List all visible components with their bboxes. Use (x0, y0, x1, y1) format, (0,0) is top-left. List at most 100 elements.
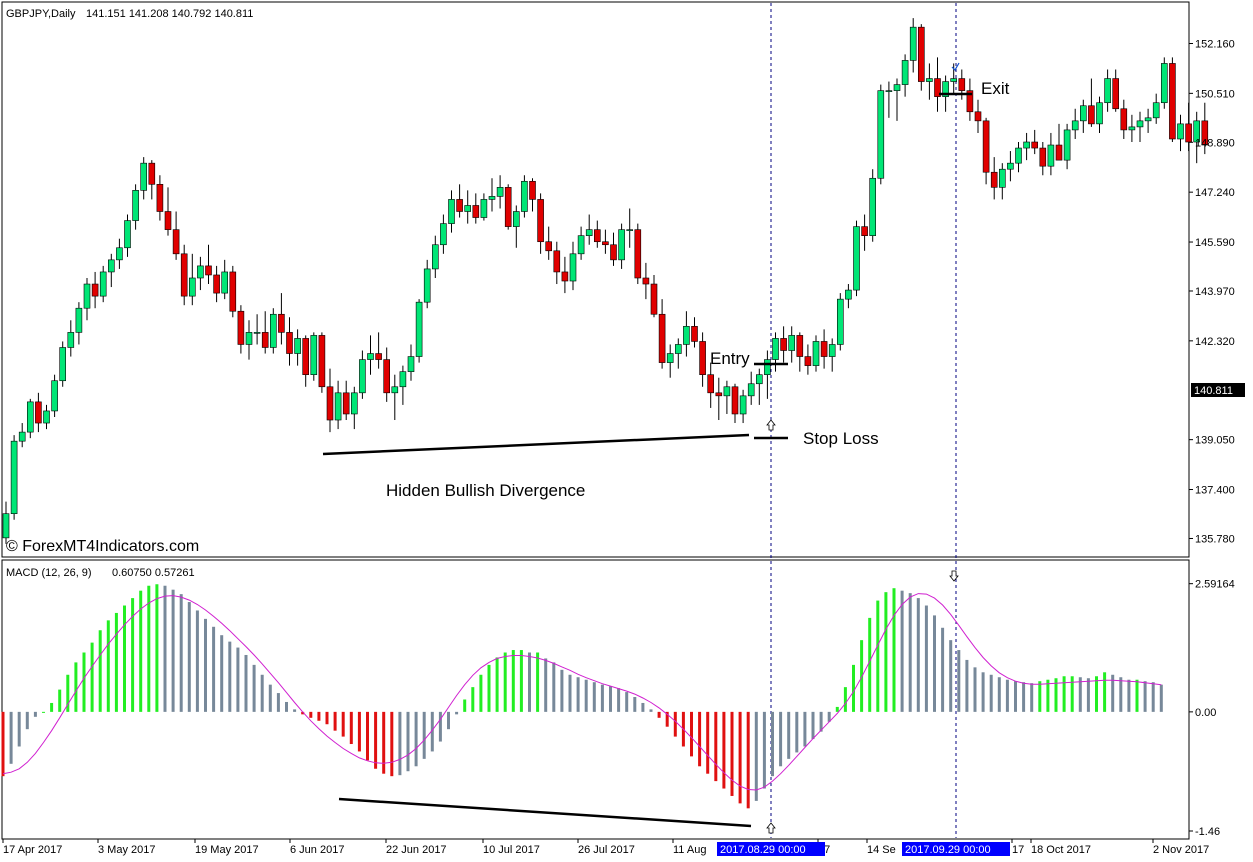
time-tick-label: 14 Se (867, 844, 896, 856)
macd-bar (487, 664, 491, 712)
candle-body (423, 268, 431, 303)
macd-bar (268, 684, 272, 712)
price-tick-label: 139.050 (1195, 435, 1235, 447)
candle-body (861, 226, 868, 236)
macd-bar (1014, 681, 1017, 712)
macd-bar (447, 711, 450, 730)
candle-body (1007, 162, 1014, 170)
candle-body (399, 371, 407, 388)
candle-body (269, 313, 277, 348)
macd-bar (738, 711, 742, 804)
candle-body (723, 386, 731, 397)
candle-body (278, 313, 285, 333)
candle-body (1055, 144, 1063, 161)
current-price-tag: 140.811 (1191, 383, 1245, 397)
time-tick-label: 17 (1012, 844, 1024, 856)
macd-bar (179, 594, 183, 712)
macd-bar (9, 711, 13, 764)
macd-bar (17, 711, 21, 747)
candle-body (869, 177, 877, 236)
macd-bar (357, 711, 361, 752)
candle-body (610, 244, 617, 261)
candle-body (666, 353, 674, 363)
price-tick-label: 135.780 (1195, 533, 1235, 545)
macd-bar (325, 711, 329, 725)
macd-bar (1046, 679, 1050, 712)
macd-bar (422, 711, 426, 759)
macd-bar (511, 650, 515, 712)
candle-body (731, 386, 739, 415)
candle-body (375, 353, 382, 360)
candle-body (35, 401, 42, 424)
macd-tick-label: 2.59164 (1195, 579, 1235, 591)
macd-bar (625, 692, 629, 712)
macd-bar (941, 627, 945, 712)
time-tick-label: 11 Aug (673, 844, 706, 856)
macd-bar (714, 711, 718, 782)
macd-bar (835, 706, 839, 712)
macd-bar (155, 584, 159, 712)
macd-bar (706, 711, 710, 774)
macd-bar (900, 590, 904, 712)
candle-body (91, 283, 99, 297)
macd-bar (503, 652, 507, 712)
macd-bar (843, 687, 847, 712)
price-tick-label: 152.160 (1195, 38, 1235, 50)
macd-bar (803, 711, 807, 747)
candle-body (205, 265, 212, 276)
macd-bar (884, 592, 888, 712)
candle-body (415, 301, 423, 357)
price-tick-label: 148.890 (1195, 137, 1235, 149)
candle-body (658, 313, 666, 363)
svg-text:140.811: 140.811 (1194, 385, 1233, 397)
macd-bar (722, 711, 726, 789)
price-tick-label: 147.240 (1195, 187, 1235, 199)
candle-body (310, 335, 318, 375)
macd-bar (398, 711, 402, 776)
macd-bar (933, 615, 936, 712)
candle-body (804, 356, 812, 366)
macd-bar (171, 589, 175, 712)
candle-body (1015, 147, 1022, 164)
watermark: © ForexMT4Indicators.com (6, 538, 199, 555)
candle-body (545, 241, 553, 252)
candle-body (1112, 78, 1119, 110)
candle-body (488, 196, 496, 200)
candle-body (812, 341, 820, 366)
macd-title: MACD (12, 26, 9) (6, 567, 92, 579)
price-panel[interactable] (1, 1, 1190, 558)
price-tick-label: 137.400 (1195, 485, 1235, 497)
candle-body (764, 359, 771, 375)
candle-body (75, 307, 83, 333)
candle-body (472, 205, 480, 218)
candle-body (585, 229, 593, 236)
candle-body (318, 335, 326, 388)
macd-bar (924, 605, 928, 712)
candle-body (197, 265, 204, 279)
candle-body (431, 244, 439, 270)
candle-body (367, 353, 374, 360)
candle-body (772, 338, 779, 360)
chart: GBPJPY,Daily 141.151 141.208 140.792 140… (1, 1, 1245, 856)
candle-body (990, 171, 998, 188)
macd-bar (698, 711, 702, 767)
candle-body (116, 247, 123, 261)
macd-bar (1062, 676, 1066, 712)
macd-bar (147, 585, 151, 712)
candle-body (391, 386, 399, 394)
price-tick-label: 145.590 (1195, 237, 1235, 249)
macd-bar (1143, 681, 1147, 712)
candle-body (691, 326, 698, 342)
macd-bar (244, 654, 248, 712)
macd-bar (1095, 676, 1098, 712)
candle-body (707, 374, 715, 394)
candle-body (820, 341, 828, 357)
macd-bar (90, 642, 94, 712)
macd-bar (649, 709, 653, 712)
divergence-label: Hidden Bullish Divergence (386, 481, 585, 500)
macd-bar (592, 682, 596, 712)
macd-bar (293, 709, 297, 712)
macd-bar (33, 711, 37, 717)
macd-bar (285, 701, 288, 712)
macd-tick-label: 0.00 (1195, 707, 1216, 719)
